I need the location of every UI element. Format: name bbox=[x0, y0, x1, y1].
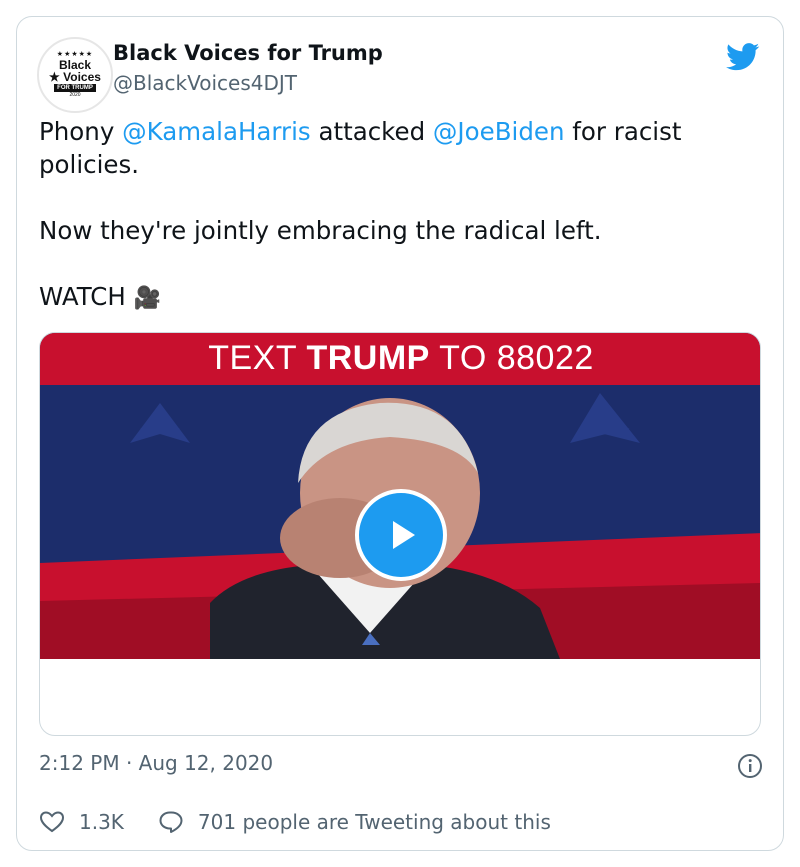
text-paragraph-2: Now they're jointly embracing the radica… bbox=[39, 216, 602, 245]
play-button[interactable] bbox=[355, 489, 447, 581]
avatar-line3: FOR TRUMP bbox=[54, 84, 96, 92]
tweet-actions: 1.3K 701 people are Tweeting about this bbox=[39, 807, 551, 837]
avatar-line4: 2020 bbox=[69, 92, 81, 98]
video-camera-icon: 🎥 bbox=[133, 286, 161, 311]
heart-icon bbox=[39, 811, 65, 833]
tweeting-about-link[interactable]: 701 people are Tweeting about this bbox=[158, 810, 551, 834]
tweet-card: ★★★★★ Black ★ Voices FOR TRUMP 2020 Blac… bbox=[16, 16, 784, 851]
text-part: Phony bbox=[39, 117, 123, 146]
avatar[interactable]: ★★★★★ Black ★ Voices FOR TRUMP 2020 bbox=[37, 37, 113, 113]
tweeting-about-text: 701 people are Tweeting about this bbox=[197, 810, 551, 834]
twitter-bird-icon[interactable] bbox=[726, 43, 760, 71]
banner-bold: TRUMP bbox=[306, 339, 430, 377]
avatar-line2: ★ Voices bbox=[49, 70, 101, 84]
video-banner-text: TEXT TRUMP TO 88022 bbox=[40, 339, 760, 378]
banner-pre: TEXT bbox=[208, 339, 307, 377]
banner-post: TO 88022 bbox=[429, 339, 594, 377]
author-handle[interactable]: @BlackVoices4DJT bbox=[113, 71, 297, 95]
tweet-timestamp[interactable]: 2:12 PM · Aug 12, 2020 bbox=[39, 751, 273, 775]
play-icon bbox=[393, 521, 415, 549]
info-icon[interactable] bbox=[737, 753, 763, 779]
mention-joebiden[interactable]: @JoeBiden bbox=[433, 117, 565, 146]
video-player[interactable]: TEXT TRUMP TO 88022 bbox=[40, 333, 760, 659]
reply-bubble-icon bbox=[159, 811, 183, 833]
text-part: attacked bbox=[310, 117, 433, 146]
author-name[interactable]: Black Voices for Trump bbox=[113, 41, 383, 65]
text-paragraph-3: WATCH bbox=[39, 282, 134, 311]
mention-kamalaharris[interactable]: @KamalaHarris bbox=[122, 117, 311, 146]
like-button[interactable]: 1.3K bbox=[39, 810, 124, 834]
tweet-text: Phony @KamalaHarris attacked @JoeBiden f… bbox=[39, 115, 769, 315]
like-count: 1.3K bbox=[79, 810, 124, 834]
video-media[interactable]: TEXT TRUMP TO 88022 bbox=[39, 332, 761, 736]
